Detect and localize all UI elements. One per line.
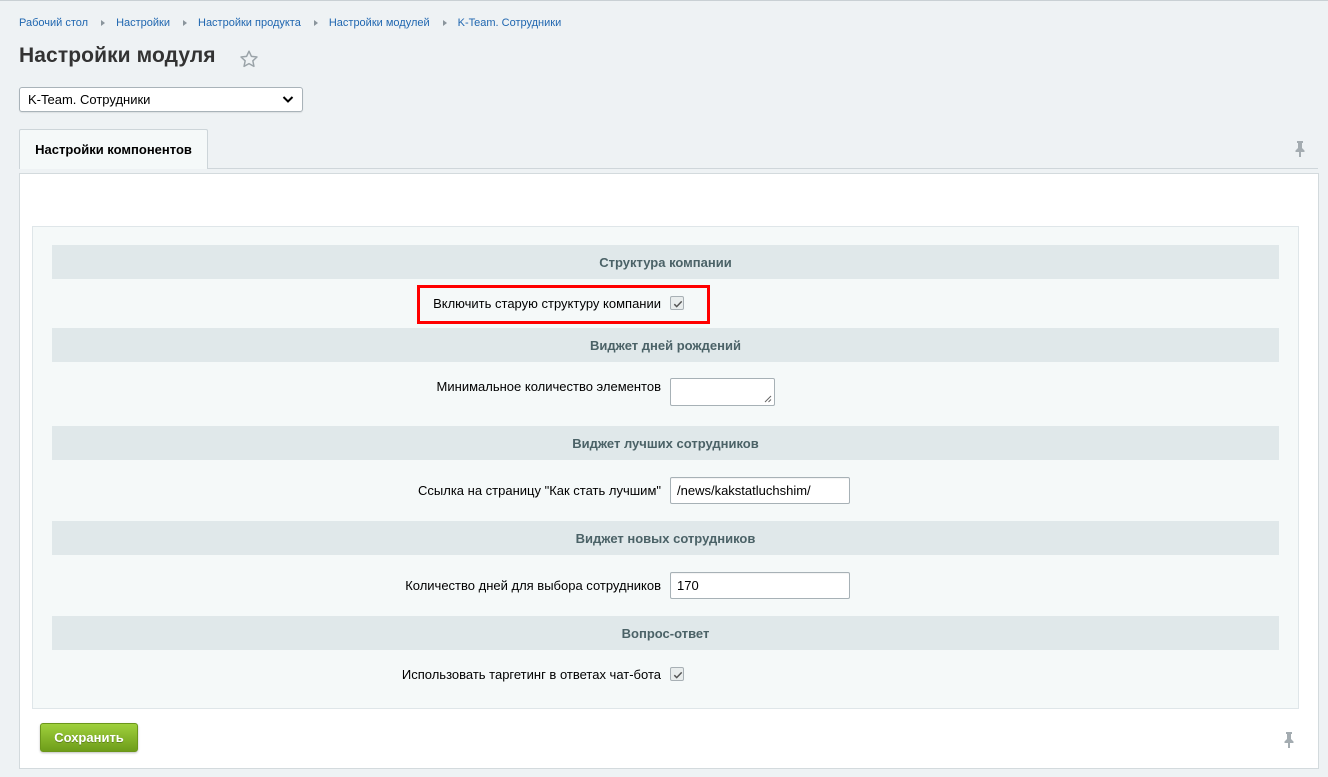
breadcrumb-current-module[interactable]: K-Team. Сотрудники — [458, 17, 562, 29]
resize-grip-icon[interactable] — [763, 394, 772, 403]
save-button[interactable]: Сохранить — [40, 723, 138, 752]
label-targeting: Использовать таргетинг в ответах чат-бот… — [401, 667, 661, 682]
breadcrumb-settings[interactable]: Настройки — [116, 17, 170, 29]
chevron-down-icon — [282, 96, 294, 103]
tab-bar: Настройки компонентов — [19, 129, 1318, 169]
tab-component-settings[interactable]: Настройки компонентов — [19, 129, 208, 169]
label-min-elements: Минимальное количество элементов — [436, 379, 661, 394]
breadcrumb-arrow-icon — [313, 20, 318, 26]
section-title-birthdays: Виджет дней рождений — [52, 328, 1279, 362]
module-select-value: K-Team. Сотрудники — [28, 92, 151, 107]
pin-icon[interactable] — [1282, 731, 1296, 749]
highlight-frame — [417, 285, 710, 324]
label-best-link: Ссылка на страницу "Как стать лучшим" — [418, 483, 661, 498]
breadcrumb-desktop[interactable]: Рабочий стол — [19, 17, 88, 29]
section-title-new-employees: Виджет новых сотрудников — [52, 521, 1279, 555]
best-link-input[interactable]: /news/kakstatluchshim/ — [670, 477, 850, 504]
checkbox-targeting[interactable] — [670, 667, 684, 681]
section-title-faq: Вопрос-ответ — [52, 616, 1279, 650]
breadcrumb-module-settings[interactable]: Настройки модулей — [329, 17, 430, 29]
module-select[interactable]: K-Team. Сотрудники — [19, 87, 303, 112]
star-icon[interactable] — [238, 48, 260, 70]
min-elements-textarea[interactable] — [670, 378, 775, 406]
breadcrumb-arrow-icon — [101, 20, 106, 26]
section-title-best-employees: Виджет лучших сотрудников — [52, 426, 1279, 460]
page-title: Настройки модуля — [19, 44, 216, 67]
breadcrumb: Рабочий стол Настройки Настройки продукт… — [19, 16, 561, 30]
days-input[interactable]: 170 — [670, 572, 850, 599]
top-border — [0, 0, 1328, 5]
checkmark-icon — [673, 671, 683, 679]
breadcrumb-arrow-icon — [183, 20, 187, 26]
breadcrumb-product-settings[interactable]: Настройки продукта — [198, 17, 301, 29]
breadcrumb-arrow-icon — [442, 20, 447, 26]
pin-icon[interactable] — [1293, 140, 1307, 158]
section-title-structure: Структура компании — [52, 245, 1279, 279]
label-days: Количество дней для выбора сотрудников — [405, 578, 661, 593]
